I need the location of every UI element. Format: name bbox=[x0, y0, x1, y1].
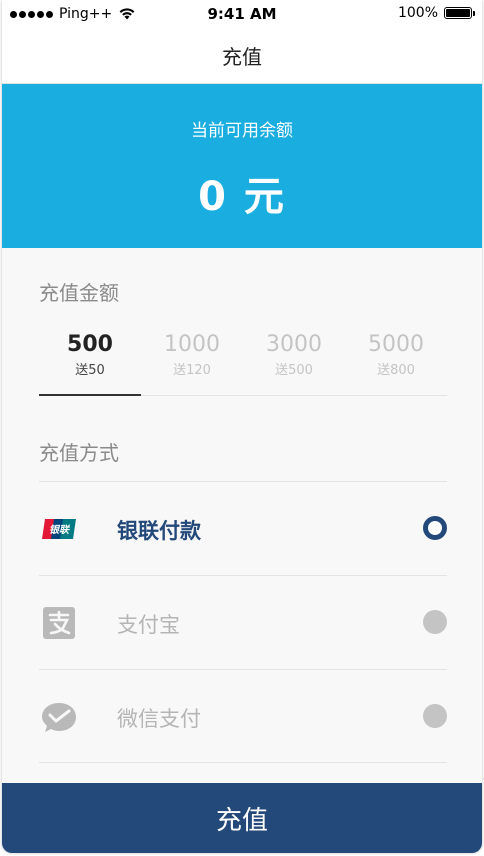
balance-banner: 当前可用余额 0 元 bbox=[2, 84, 482, 248]
page-title: 充值 bbox=[222, 45, 262, 69]
nav-bar: 充值 bbox=[2, 28, 482, 84]
payment-method-label: 支付宝 bbox=[117, 613, 180, 637]
amount-bonus: 送50 bbox=[75, 363, 105, 378]
status-bar: Ping++ 9:41 AM 100% bbox=[2, 0, 482, 28]
balance-label: 当前可用余额 bbox=[191, 121, 293, 141]
recharge-button[interactable]: 充值 bbox=[2, 783, 482, 853]
payment-section-title: 充值方式 bbox=[39, 441, 119, 465]
amount-value: 500 bbox=[67, 332, 113, 357]
payment-method-label: 银联付款 bbox=[117, 519, 201, 543]
payment-methods: 银联 银联付款 支付宝 微信支付 bbox=[39, 481, 447, 763]
amount-option-5000[interactable]: 5000 送800 bbox=[345, 330, 447, 395]
amount-bonus: 送800 bbox=[377, 363, 415, 378]
phone-screen: Ping++ 9:41 AM 100% 充值 当前可用余额 0 元 充值金额 5… bbox=[2, 0, 482, 853]
unionpay-icon: 银联 bbox=[42, 519, 76, 539]
amount-option-3000[interactable]: 3000 送500 bbox=[243, 330, 345, 395]
amount-option-500[interactable]: 500 送50 bbox=[39, 330, 141, 396]
battery-percent: 100% bbox=[397, 5, 438, 21]
amount-section-title: 充值金额 bbox=[39, 281, 119, 305]
wechat-pay-icon bbox=[42, 703, 76, 732]
payment-method-label: 微信支付 bbox=[117, 707, 201, 731]
amount-value: 5000 bbox=[368, 332, 424, 357]
radio-unselected[interactable] bbox=[423, 610, 447, 634]
amount-value: 1000 bbox=[164, 332, 220, 357]
payment-method-unionpay[interactable]: 银联 银联付款 bbox=[39, 481, 447, 575]
radio-unselected[interactable] bbox=[423, 704, 447, 728]
amount-option-1000[interactable]: 1000 送120 bbox=[141, 330, 243, 395]
unionpay-icon-text: 银联 bbox=[49, 524, 71, 536]
alipay-icon bbox=[43, 607, 75, 639]
amount-options: 500 送50 1000 送120 3000 送500 5000 送800 bbox=[39, 330, 447, 396]
amount-bonus: 送500 bbox=[275, 363, 313, 378]
amount-value: 3000 bbox=[266, 332, 322, 357]
balance-value: 0 元 bbox=[198, 174, 286, 220]
amount-bonus: 送120 bbox=[173, 363, 211, 378]
battery-icon bbox=[444, 7, 475, 19]
radio-selected[interactable] bbox=[423, 516, 447, 540]
payment-method-alipay[interactable]: 支付宝 bbox=[39, 575, 447, 669]
status-right: 100% bbox=[397, 5, 475, 21]
payment-method-wechat[interactable]: 微信支付 bbox=[39, 669, 447, 763]
